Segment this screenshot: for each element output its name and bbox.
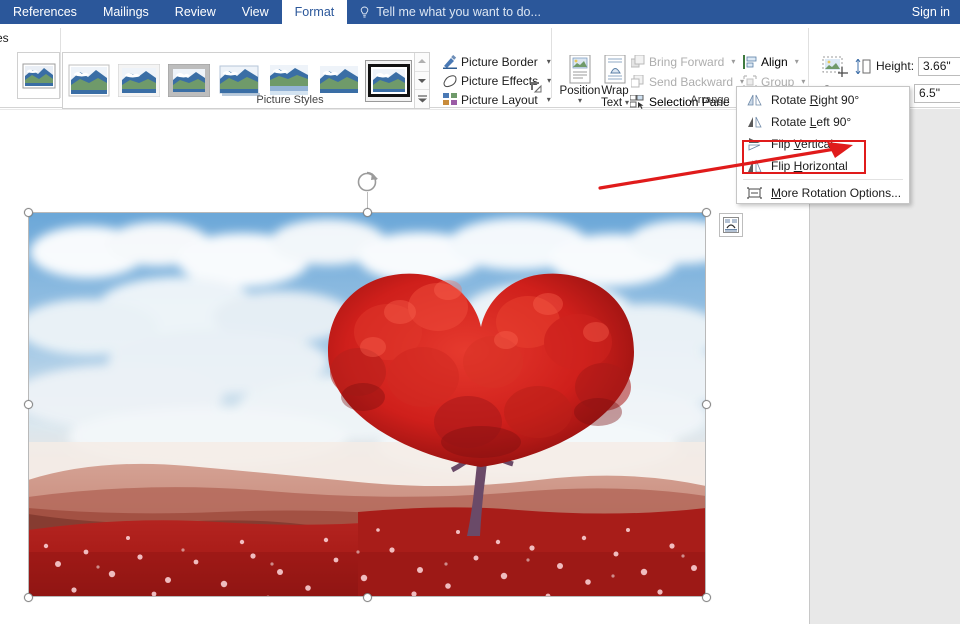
pen-border-icon xyxy=(443,54,457,69)
menu-item-label: Rotate Right 90° xyxy=(771,93,860,107)
rotate-right-icon xyxy=(746,92,762,108)
align-button[interactable]: Align ▾ xyxy=(742,52,799,71)
selected-picture[interactable] xyxy=(28,212,706,597)
menu-item-more-rotation-options[interactable]: More Rotation Options... xyxy=(737,182,909,204)
online-pictures-command[interactable]: ss Pictures xyxy=(0,27,58,48)
handle-top-left[interactable] xyxy=(24,208,33,217)
menu-item-label: Flip Vertical xyxy=(771,137,834,151)
picture-layout-label: Picture Layout xyxy=(461,92,538,107)
heart-tree-image xyxy=(28,212,706,597)
menu-item-label: More Rotation Options... xyxy=(771,186,902,200)
picture-content xyxy=(28,212,706,597)
word-window: References Mailings Review View Format T… xyxy=(0,0,960,624)
send-backward-label: Send Backward xyxy=(649,74,734,89)
picture-effects-label: Picture Effects xyxy=(461,73,539,88)
height-input[interactable]: 3.66" xyxy=(918,56,960,76)
layout-options-button[interactable] xyxy=(719,213,743,237)
picture-layout-button[interactable]: Picture Layout ▾ xyxy=(443,90,551,109)
tab-review[interactable]: Review xyxy=(162,0,229,24)
handle-bottom-left[interactable] xyxy=(24,593,33,602)
picture-border-label: Picture Border xyxy=(461,54,538,69)
picture-style-0[interactable] xyxy=(66,61,111,101)
tell-me-box[interactable]: Tell me what you want to do... xyxy=(347,0,541,24)
shape-height-icon xyxy=(855,58,872,74)
sign-in-button[interactable]: Sign in xyxy=(912,0,950,24)
flip-vertical-icon xyxy=(746,136,762,152)
picture-format-commands: Picture Border ▾ Picture Effects ▾ Pictu… xyxy=(443,52,551,109)
width-input[interactable]: 6.5" xyxy=(914,83,960,103)
chevron-down-icon: ▾ xyxy=(794,57,799,66)
lightbulb-icon xyxy=(359,6,370,19)
menu-item-rotate-right-90[interactable]: Rotate Right 90° xyxy=(737,89,909,111)
picture-effects-button[interactable]: Picture Effects ▾ xyxy=(443,71,551,90)
tab-mailings[interactable]: Mailings xyxy=(90,0,162,24)
tell-me-text: Tell me what you want to do... xyxy=(376,5,541,19)
menu-item-rotate-left-90[interactable]: Rotate Left 90° xyxy=(737,111,909,133)
picture-thumb-icon xyxy=(22,63,55,88)
picture-styles-group-label: Picture Styles xyxy=(256,94,324,106)
height-row: Height: 3.66" xyxy=(855,55,960,77)
tab-view[interactable]: View xyxy=(229,0,282,24)
position-icon xyxy=(567,51,593,85)
handle-top-center[interactable] xyxy=(363,208,372,217)
rotate-dropdown-menu[interactable]: Rotate Right 90° Rotate Left 90° Flip Ve… xyxy=(736,86,910,204)
chevron-down-icon: ▾ xyxy=(577,96,582,105)
align-label: Align xyxy=(761,54,788,69)
ribbon-tab-bar: References Mailings Review View Format T… xyxy=(0,0,960,24)
gallery-more-icon[interactable] xyxy=(415,90,429,108)
bring-forward-label: Bring Forward xyxy=(649,54,725,69)
chevron-down-icon: ▾ xyxy=(801,77,806,86)
tab-format[interactable]: Format xyxy=(281,0,348,24)
flip-horizontal-icon xyxy=(746,158,762,174)
gallery-scrollbar[interactable] xyxy=(414,53,429,108)
online-pictures-label: ss Pictures xyxy=(0,30,9,45)
menu-item-flip-horizontal[interactable]: Flip Horizontal xyxy=(737,155,909,177)
height-label: Height: xyxy=(876,59,915,73)
menu-separator xyxy=(743,179,903,180)
tab-references[interactable]: References xyxy=(0,0,90,24)
send-backward-button[interactable]: Send Backward ▾ xyxy=(630,72,744,91)
rotate-left-icon xyxy=(746,114,762,130)
effects-icon xyxy=(443,73,457,88)
layout-options-icon xyxy=(723,217,739,233)
handle-top-right[interactable] xyxy=(702,208,711,217)
picture-style-1[interactable] xyxy=(116,61,161,101)
handle-bottom-right[interactable] xyxy=(702,593,711,602)
bring-forward-button[interactable]: Bring Forward ▾ xyxy=(630,52,735,71)
picture-border-button[interactable]: Picture Border ▾ xyxy=(443,52,551,71)
gallery-scroll-down-icon[interactable] xyxy=(415,72,429,91)
gallery-scroll-up-icon[interactable] xyxy=(415,53,429,72)
adjust-preview-thumb[interactable] xyxy=(17,52,60,99)
menu-item-flip-vertical[interactable]: Flip Vertical xyxy=(737,133,909,155)
picture-styles-dialog-launcher[interactable] xyxy=(531,80,542,93)
chevron-down-icon: ▾ xyxy=(731,57,736,66)
handle-middle-right[interactable] xyxy=(702,400,711,409)
more-rotation-icon xyxy=(746,185,762,201)
handle-middle-left[interactable] xyxy=(24,400,33,409)
handle-bottom-center[interactable] xyxy=(363,593,372,602)
send-backward-icon xyxy=(630,74,645,89)
menu-item-label: Flip Horizontal xyxy=(771,159,848,173)
crop-icon xyxy=(820,51,850,85)
menu-item-label: Rotate Left 90° xyxy=(771,115,852,129)
wrap-text-icon xyxy=(602,51,628,85)
bring-forward-icon xyxy=(630,54,645,69)
layout-icon xyxy=(443,92,457,107)
align-icon xyxy=(742,54,757,69)
rotation-handle[interactable] xyxy=(355,170,381,196)
